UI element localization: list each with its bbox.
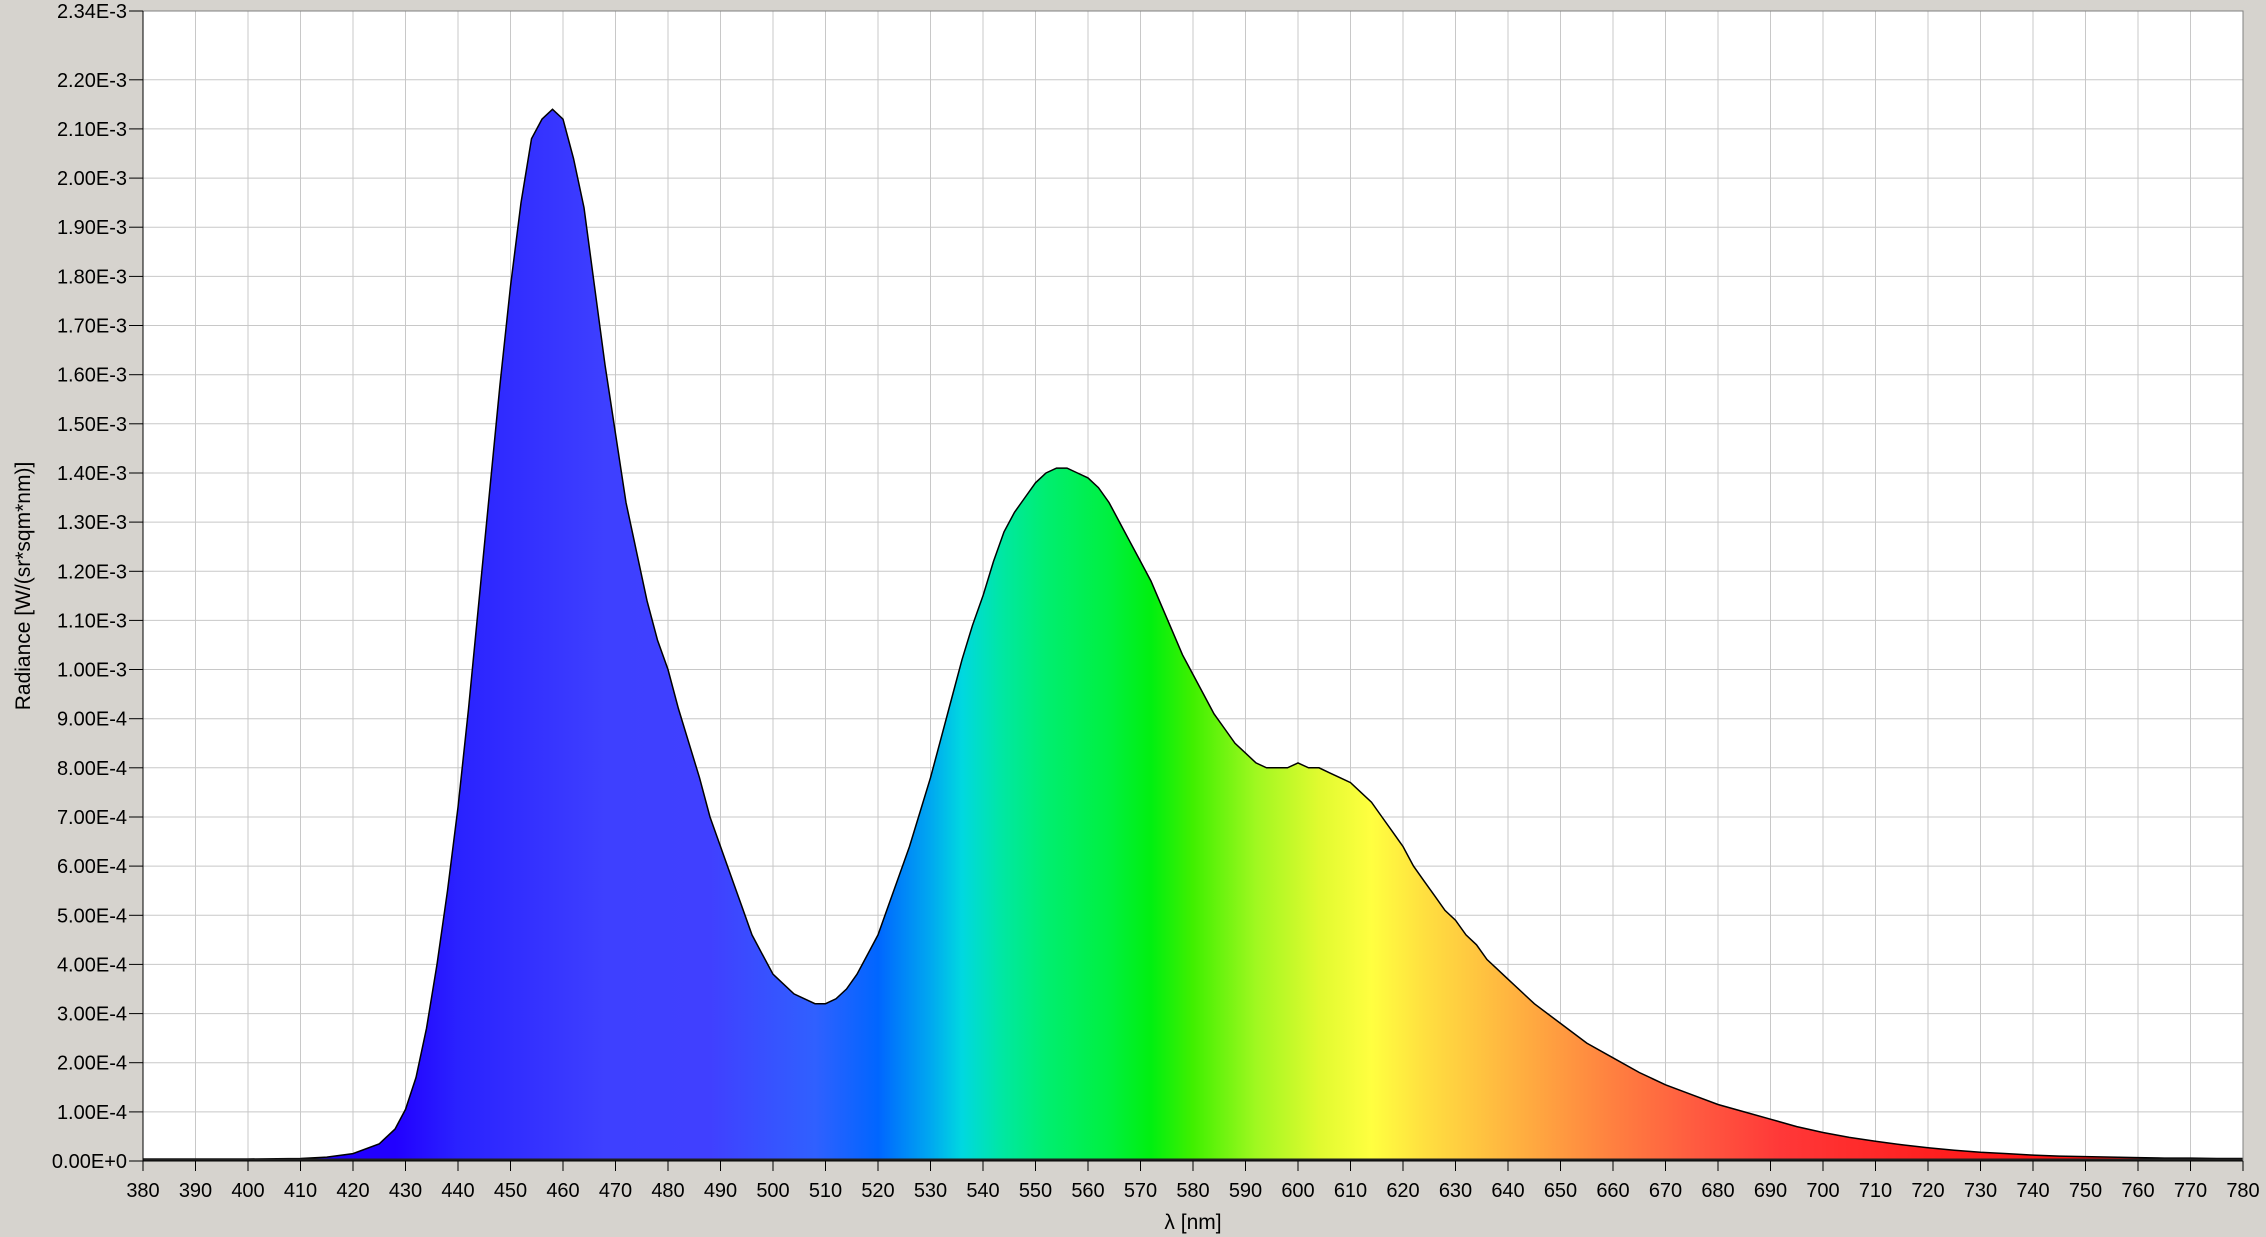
y-tick-label: 2.34E-3 [57, 1, 127, 23]
x-tick-label: 780 [2226, 1180, 2259, 1202]
y-tick-label: 3.00E-4 [57, 1004, 127, 1026]
x-tick-label: 380 [126, 1180, 159, 1202]
x-tick-label: 740 [2016, 1180, 2049, 1202]
y-tick-label: 1.00E-4 [57, 1102, 127, 1124]
x-tick-label: 670 [1649, 1180, 1682, 1202]
x-tick-label: 720 [1911, 1180, 1944, 1202]
x-tick-label: 550 [1019, 1180, 1052, 1202]
x-tick-label: 580 [1176, 1180, 1209, 1202]
x-tick-label: 390 [179, 1180, 212, 1202]
x-tick-label: 700 [1806, 1180, 1839, 1202]
x-tick-label: 690 [1754, 1180, 1787, 1202]
y-tick-label: 1.50E-3 [57, 414, 127, 436]
x-tick-label: 440 [441, 1180, 474, 1202]
x-axis-title: λ [nm] [1164, 1211, 1221, 1234]
x-tick-label: 590 [1229, 1180, 1262, 1202]
x-tick-label: 460 [546, 1180, 579, 1202]
y-axis-title: Radiance [W/(sr*sqm*nm)] [12, 462, 35, 711]
x-tick-label: 540 [966, 1180, 999, 1202]
y-tick-label: 1.00E-3 [57, 660, 127, 682]
y-tick-label: 2.10E-3 [57, 119, 127, 141]
x-tick-label: 650 [1544, 1180, 1577, 1202]
x-tick-label: 470 [599, 1180, 632, 1202]
x-tick-label: 710 [1859, 1180, 1892, 1202]
x-tick-label: 410 [284, 1180, 317, 1202]
y-tick-label: 2.00E-3 [57, 168, 127, 190]
y-tick-label: 2.20E-3 [57, 70, 127, 92]
x-tick-label: 680 [1701, 1180, 1734, 1202]
y-tick-label: 1.90E-3 [57, 217, 127, 239]
y-tick-label: 1.40E-3 [57, 463, 127, 485]
y-tick-label: 1.70E-3 [57, 316, 127, 338]
x-tick-label: 490 [704, 1180, 737, 1202]
x-tick-label: 480 [651, 1180, 684, 1202]
x-tick-label: 610 [1334, 1180, 1367, 1202]
y-tick-label: 4.00E-4 [57, 954, 127, 976]
x-tick-label: 420 [336, 1180, 369, 1202]
x-tick-label: 570 [1124, 1180, 1157, 1202]
y-axis: 0.00E+0 1.00E-4 2.00E-4 3.00E-4 4.00E-4 5.00E… [52, 1, 144, 1173]
spectrum-chart: 0.00E+0 1.00E-4 2.00E-4 3.00E-4 4.00E-4 5.00E… [12, 1, 2260, 1234]
x-tick-label: 640 [1491, 1180, 1524, 1202]
y-tick-label: 2.00E-4 [57, 1053, 127, 1075]
x-tick-label: 450 [494, 1180, 527, 1202]
y-tick-label: 1.10E-3 [57, 610, 127, 632]
y-tick-label: 1.60E-3 [57, 365, 127, 387]
x-tick-label: 730 [1964, 1180, 1997, 1202]
y-tick-label: 1.20E-3 [57, 561, 127, 583]
x-tick-label: 430 [389, 1180, 422, 1202]
x-tick-label: 630 [1439, 1180, 1472, 1202]
x-tick-label: 500 [756, 1180, 789, 1202]
y-tick-label: 8.00E-4 [57, 758, 127, 780]
x-axis: 380 390 400 410 420 430 440 450 460 470 480 490 500 5… [126, 1160, 2260, 1202]
y-tick-label: 1.30E-3 [57, 512, 127, 534]
y-tick-label: 9.00E-4 [57, 709, 127, 731]
y-tick-label: 1.80E-3 [57, 266, 127, 288]
y-tick-label: 5.00E-4 [57, 905, 127, 927]
x-tick-label: 770 [2174, 1180, 2207, 1202]
x-tick-label: 530 [914, 1180, 947, 1202]
x-tick-label: 510 [809, 1180, 842, 1202]
x-tick-label: 620 [1386, 1180, 1419, 1202]
x-tick-label: 560 [1071, 1180, 1104, 1202]
y-tick-label: 0.00E+0 [52, 1151, 127, 1173]
y-tick-label: 6.00E-4 [57, 856, 127, 878]
x-tick-label: 750 [2069, 1180, 2102, 1202]
x-tick-label: 400 [231, 1180, 264, 1202]
x-tick-label: 760 [2121, 1180, 2154, 1202]
y-tick-label: 7.00E-4 [57, 807, 127, 829]
x-tick-label: 660 [1596, 1180, 1629, 1202]
x-tick-label: 520 [861, 1180, 894, 1202]
x-tick-label: 600 [1281, 1180, 1314, 1202]
